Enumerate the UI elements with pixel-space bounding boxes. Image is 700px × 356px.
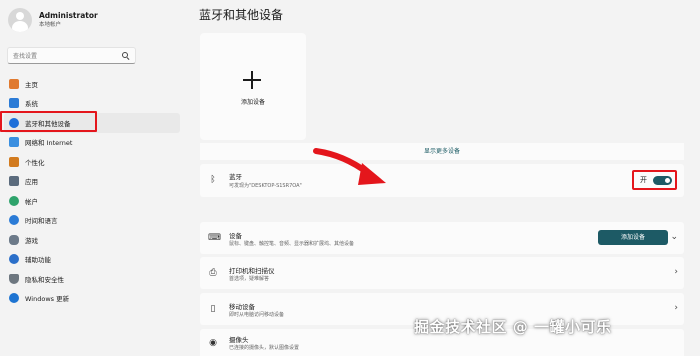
chevron-down-icon[interactable]: ⌄	[670, 232, 678, 242]
sidebar-item-accounts[interactable]: 帐户	[4, 191, 180, 211]
add-device-card[interactable]: 添加设备	[200, 33, 306, 140]
sidebar-highlight-box	[0, 111, 97, 132]
add-device-label: 添加设备	[240, 99, 265, 106]
sidebar-item-label: 个性化	[25, 158, 45, 167]
home-icon	[9, 78, 19, 89]
accessibility-icon	[9, 254, 19, 265]
profile-subtitle: 本地帐户	[39, 22, 62, 28]
sidebar-item-accessibility[interactable]: 辅助功能	[4, 250, 180, 270]
gaming-icon	[9, 234, 19, 245]
main-content: 蓝牙和其他设备 添加设备 显示更多设备 ᛒ 蓝牙 可发现为"DESKTOP-S1…	[199, 0, 700, 356]
avatar	[8, 8, 32, 32]
bluetooth-toggle-highlight: 开	[632, 170, 677, 190]
personalization-icon	[9, 156, 19, 167]
mobile-title: 移动设备	[229, 303, 255, 311]
sidebar-item-label: 隐私和安全性	[25, 275, 64, 284]
plus-icon-bar	[243, 79, 261, 81]
mobile-phone-icon: ▯	[210, 304, 216, 314]
apps-icon	[9, 176, 19, 187]
bluetooth-title: 蓝牙	[229, 173, 242, 181]
bluetooth-desc: 可发现为"DESKTOP-S1SR7OA"	[229, 183, 302, 189]
sidebar-item-label: 帐户	[25, 197, 38, 206]
devices-desc: 鼠标、键盘、触控笔、音频、显示器和扩展坞、其他设备	[229, 241, 355, 247]
sidebar-item-gaming[interactable]: 游戏	[4, 230, 180, 250]
sidebar-item-windows-update[interactable]: Windows 更新	[4, 289, 180, 309]
sidebar-item-label: 游戏	[25, 236, 38, 245]
printer-icon: ⎙	[209, 268, 217, 278]
sidebar-item-label: 辅助功能	[25, 256, 51, 265]
search-icon[interactable]	[122, 51, 130, 60]
sidebar-item-label: 系统	[25, 100, 38, 109]
bluetooth-icon: ᛒ	[210, 175, 216, 185]
sidebar-item-network[interactable]: 网络和 Internet	[4, 133, 180, 153]
windows-update-icon	[9, 293, 19, 304]
sidebar-item-time-language[interactable]: 时间和语言	[4, 211, 180, 231]
sidebar-item-apps[interactable]: 应用	[4, 172, 180, 192]
camera-title: 摄像头	[229, 336, 249, 344]
sidebar-item-label: 主页	[25, 80, 38, 89]
camera-desc: 已连接的摄像头，默认图像设置	[229, 345, 300, 351]
bluetooth-toggle-label: 开	[640, 176, 647, 184]
bluetooth-card: ᛒ 蓝牙 可发现为"DESKTOP-S1SR7OA"	[200, 164, 684, 197]
camera-icon: ◉	[209, 338, 217, 348]
printers-card[interactable]: ⎙ 打印机和扫描仪 首选项，疑难解答 ›	[200, 257, 684, 289]
network-icon	[9, 137, 19, 148]
time-language-icon	[9, 215, 19, 226]
privacy-shield-icon	[9, 273, 19, 284]
red-arrow-annotation	[313, 148, 386, 185]
sidebar-item-label: 应用	[25, 178, 38, 187]
printers-title: 打印机和扫描仪	[229, 267, 275, 275]
sidebar-nav: 主页 系统 蓝牙和其他设备 网络和 Internet 个性化 应用 帐户 时间和…	[4, 74, 180, 308]
add-device-button[interactable]: 添加设备	[598, 230, 668, 245]
sidebar-item-label: 网络和 Internet	[25, 139, 73, 148]
search-input[interactable]: 查找设置	[7, 47, 136, 64]
user-profile[interactable]: Administrator 本地帐户	[8, 8, 98, 32]
devices-title: 设备	[229, 232, 242, 240]
mobile-desc: 即时从电脑访问移动设备	[229, 312, 285, 318]
search-placeholder: 查找设置	[13, 53, 38, 60]
show-more-devices-link[interactable]: 显示更多设备	[200, 143, 684, 160]
sidebar-item-privacy[interactable]: 隐私和安全性	[4, 269, 180, 289]
printers-desc: 首选项，疑难解答	[229, 276, 270, 282]
sidebar-item-label: Windows 更新	[25, 295, 70, 304]
watermark-text: 掘金技术社区 @ 一罐小可乐	[414, 318, 612, 336]
chevron-right-icon[interactable]: ›	[674, 267, 678, 277]
devices-card[interactable]: ⌨ 设备 鼠标、键盘、触控笔、音频、显示器和扩展坞、其他设备 添加设备 ⌄	[200, 222, 684, 254]
bluetooth-toggle[interactable]	[653, 176, 672, 185]
account-icon	[9, 195, 19, 206]
devices-icon: ⌨	[208, 233, 221, 243]
sidebar-item-home[interactable]: 主页	[4, 74, 180, 94]
system-icon	[9, 98, 19, 109]
profile-name: Administrator	[39, 11, 98, 20]
sidebar-item-label: 时间和语言	[25, 217, 58, 226]
sidebar-item-personalization[interactable]: 个性化	[4, 152, 180, 172]
sidebar: Administrator 本地帐户 查找设置 主页 系统 蓝牙和其他设备 网络…	[0, 0, 180, 356]
chevron-right-icon[interactable]: ›	[674, 303, 678, 313]
page-title: 蓝牙和其他设备	[199, 8, 284, 22]
